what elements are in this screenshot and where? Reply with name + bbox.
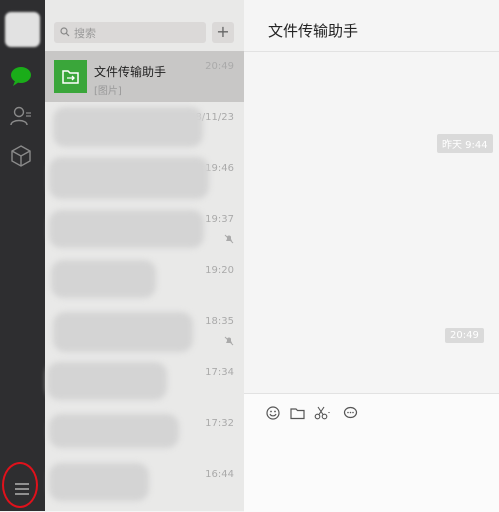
redaction (49, 210, 204, 248)
folder-icon (62, 70, 79, 84)
redaction (47, 362, 167, 400)
chat-time: 20:49 (205, 61, 234, 72)
scissors-icon[interactable] (314, 406, 332, 420)
annotation-circle (2, 462, 38, 508)
redaction (49, 157, 209, 199)
sidebar (0, 0, 45, 511)
chat-time: 16:44 (205, 469, 234, 480)
avatar[interactable] (5, 12, 40, 47)
redaction (53, 107, 203, 147)
mute-icon (224, 336, 234, 346)
add-button[interactable]: + (212, 22, 234, 43)
search-placeholder: 搜索 (74, 27, 96, 40)
conversation-title: 文件传输助手 (268, 22, 359, 40)
contacts-icon[interactable] (9, 104, 33, 128)
search-icon (60, 27, 70, 37)
chat-time: 18:35 (205, 316, 234, 327)
chat-time: 17:34 (205, 367, 234, 378)
timestamp: 20:49 (445, 328, 484, 343)
chat-time: 17:32 (205, 418, 234, 429)
mute-icon (224, 234, 234, 244)
list-item[interactable]: 文件传输助手 [图片] 20:49 (45, 51, 244, 102)
search-input[interactable]: 搜索 (54, 22, 206, 43)
title-divider (244, 51, 499, 52)
chat-time: 19:20 (205, 265, 234, 276)
chat-list: 搜索 + 文件传输助手 [图片] 20:49 18/11/23 19:46 19… (45, 0, 244, 511)
bubble-icon[interactable] (343, 406, 358, 420)
folder-icon[interactable] (290, 406, 305, 420)
chat-time: 19:46 (205, 163, 234, 174)
timestamp: 昨天 9:44 (437, 134, 493, 153)
chat-name: 文件传输助手 (94, 65, 167, 79)
favorites-icon[interactable] (9, 144, 33, 168)
file-transfer-avatar (54, 60, 87, 93)
redaction (51, 260, 156, 298)
emoji-icon[interactable] (266, 406, 280, 420)
chat-icon[interactable] (9, 64, 33, 88)
redaction (49, 414, 179, 448)
message-input[interactable] (244, 393, 499, 512)
chat-time: 19:37 (205, 214, 234, 225)
redaction (53, 312, 193, 352)
redaction (49, 463, 149, 501)
chat-preview: [图片] (94, 86, 122, 97)
conversation-pane: 文件传输助手 昨天 9:44 20:49 (244, 0, 499, 512)
